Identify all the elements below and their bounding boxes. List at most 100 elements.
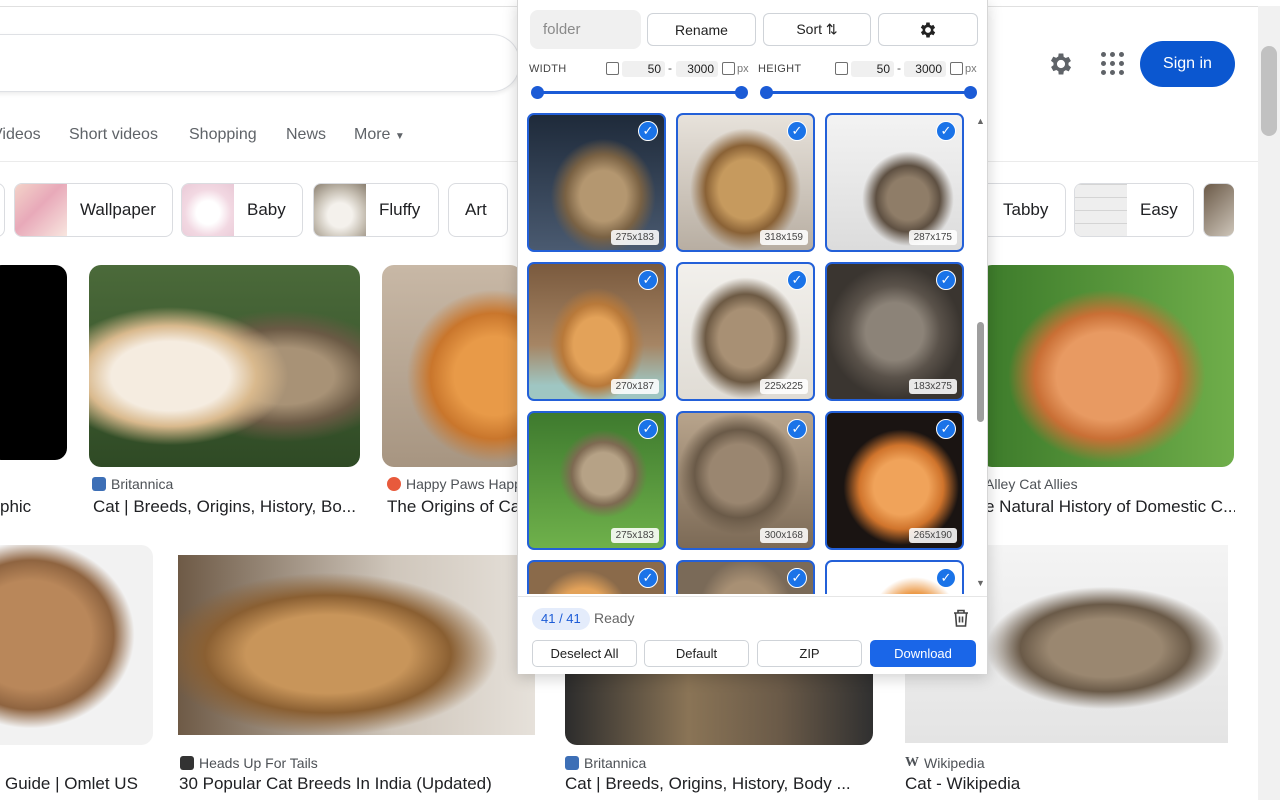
check-icon[interactable]: ✓: [638, 419, 658, 439]
result-image[interactable]: [382, 265, 522, 467]
image-tile[interactable]: ✓ 300x168: [676, 411, 815, 550]
width-max-checkbox[interactable]: [722, 62, 735, 75]
height-slider-max-handle[interactable]: [964, 86, 977, 99]
default-button[interactable]: Default: [644, 640, 749, 667]
tab-shopping[interactable]: Shopping: [189, 126, 257, 144]
result-image[interactable]: [178, 555, 535, 735]
tab-news[interactable]: News: [286, 126, 326, 144]
wikipedia-icon: W: [905, 755, 919, 770]
width-min-input[interactable]: 50: [622, 61, 665, 77]
popup-footer: 41 / 41 Ready Deselect All Default ZIP D…: [518, 596, 987, 674]
image-tile[interactable]: ✓ 318x159: [676, 113, 815, 252]
image-tile[interactable]: ✓: [676, 560, 815, 594]
sign-in-button[interactable]: Sign in: [1140, 41, 1235, 87]
deselect-all-button[interactable]: Deselect All: [532, 640, 637, 667]
chip-thumbnail: [182, 184, 234, 236]
result-title[interactable]: Cat | Breeds, Origins, History, Body ...: [565, 774, 865, 794]
result-image[interactable]: [89, 265, 360, 467]
settings-button[interactable]: [878, 13, 978, 46]
chip-wallpaper[interactable]: Wallpaper: [14, 183, 173, 237]
result-source: Heads Up For Tails: [180, 755, 318, 771]
download-button[interactable]: Download: [870, 640, 976, 667]
image-tile[interactable]: ✓ 225x225: [676, 262, 815, 401]
chip-label: Tabby: [1003, 200, 1049, 219]
result-title[interactable]: phic: [0, 497, 60, 517]
check-icon[interactable]: ✓: [787, 121, 807, 141]
trash-icon[interactable]: [952, 608, 970, 628]
chip-partial[interactable]: [1203, 183, 1234, 237]
page-scrollbar-thumb[interactable]: [1261, 46, 1277, 136]
height-max-checkbox[interactable]: [950, 62, 963, 75]
chip-baby[interactable]: Baby: [181, 183, 303, 237]
result-title[interactable]: The Origins of Cat: [387, 497, 522, 517]
height-max-input[interactable]: 3000: [904, 61, 946, 77]
apps-grid-icon[interactable]: [1101, 52, 1125, 76]
grid-scrollbar-thumb[interactable]: [977, 322, 984, 422]
image-tile[interactable]: ✓ 275x183: [527, 113, 666, 252]
search-input[interactable]: [0, 34, 520, 92]
result-title[interactable]: Guide | Omlet US: [5, 774, 155, 794]
result-source: Britannica: [92, 476, 173, 492]
result-image[interactable]: [980, 265, 1234, 467]
result-title[interactable]: Cat - Wikipedia: [905, 774, 1225, 794]
height-slider-track[interactable]: [766, 91, 970, 94]
chip-label: Easy: [1140, 200, 1178, 219]
check-icon[interactable]: ✓: [638, 568, 658, 588]
image-downloader-popup: Rename Sort ⇅ WIDTH 50 - 3000 px HEIGHT …: [517, 0, 988, 674]
image-dimensions: 318x159: [759, 230, 808, 245]
gear-icon[interactable]: [1047, 50, 1075, 78]
tab-short-videos[interactable]: Short videos: [69, 126, 158, 144]
folder-input[interactable]: [530, 10, 641, 49]
grid-scrollbar[interactable]: ▲ ▼: [974, 112, 988, 594]
sort-button[interactable]: Sort ⇅: [763, 13, 871, 46]
height-min-input[interactable]: 50: [851, 61, 894, 77]
image-tile[interactable]: ✓ 183x275: [825, 262, 964, 401]
width-min-checkbox[interactable]: [606, 62, 619, 75]
chip-thumbnail: [1204, 184, 1234, 236]
check-icon[interactable]: ✓: [787, 568, 807, 588]
scroll-up-icon[interactable]: ▲: [976, 116, 985, 126]
image-tile[interactable]: ✓ 265x190: [825, 411, 964, 550]
rename-button[interactable]: Rename: [647, 13, 756, 46]
image-tile[interactable]: ✓ 275x183: [527, 411, 666, 550]
image-tile[interactable]: ✓: [527, 560, 666, 594]
result-image[interactable]: [565, 674, 873, 745]
result-title[interactable]: 30 Popular Cat Breeds In India (Updated): [179, 774, 549, 794]
page-scrollbar[interactable]: [1258, 6, 1280, 800]
image-tile[interactable]: ✓: [825, 560, 964, 594]
result-image[interactable]: [0, 265, 67, 460]
check-icon[interactable]: ✓: [787, 419, 807, 439]
check-icon[interactable]: ✓: [787, 270, 807, 290]
zip-button[interactable]: ZIP: [757, 640, 862, 667]
result-image[interactable]: [0, 545, 153, 745]
check-icon[interactable]: ✓: [936, 419, 956, 439]
result-source-name: Alley Cat Allies: [985, 476, 1078, 492]
width-slider-track[interactable]: [537, 91, 741, 94]
chip-thumbnail: [15, 184, 67, 236]
chip-art[interactable]: Art: [448, 183, 508, 237]
image-tile[interactable]: ✓ 270x187: [527, 262, 666, 401]
chip-label: Fluffy: [379, 200, 421, 219]
width-slider-max-handle[interactable]: [735, 86, 748, 99]
chip-fluffy[interactable]: Fluffy: [313, 183, 439, 237]
check-icon[interactable]: ✓: [638, 270, 658, 290]
chip-easy[interactable]: Easy: [1074, 183, 1194, 237]
check-icon[interactable]: ✓: [936, 270, 956, 290]
check-icon[interactable]: ✓: [936, 568, 956, 588]
image-dimensions: 270x187: [610, 379, 659, 394]
result-title[interactable]: e Natural History of Domestic C...: [985, 497, 1235, 517]
chip-partial[interactable]: [0, 183, 5, 237]
tab-more[interactable]: More ▼: [354, 126, 405, 144]
image-tile[interactable]: ✓ 287x175: [825, 113, 964, 252]
height-min-checkbox[interactable]: [835, 62, 848, 75]
check-icon[interactable]: ✓: [638, 121, 658, 141]
tab-videos[interactable]: Videos: [0, 126, 41, 144]
width-max-input[interactable]: 3000: [676, 61, 718, 77]
chip-tabby[interactable]: Tabby: [987, 183, 1066, 237]
height-unit: px: [965, 63, 977, 75]
width-slider-min-handle[interactable]: [531, 86, 544, 99]
height-slider-min-handle[interactable]: [760, 86, 773, 99]
scroll-down-icon[interactable]: ▼: [976, 578, 985, 588]
check-icon[interactable]: ✓: [936, 121, 956, 141]
result-title[interactable]: Cat | Breeds, Origins, History, Bo...: [93, 497, 358, 517]
